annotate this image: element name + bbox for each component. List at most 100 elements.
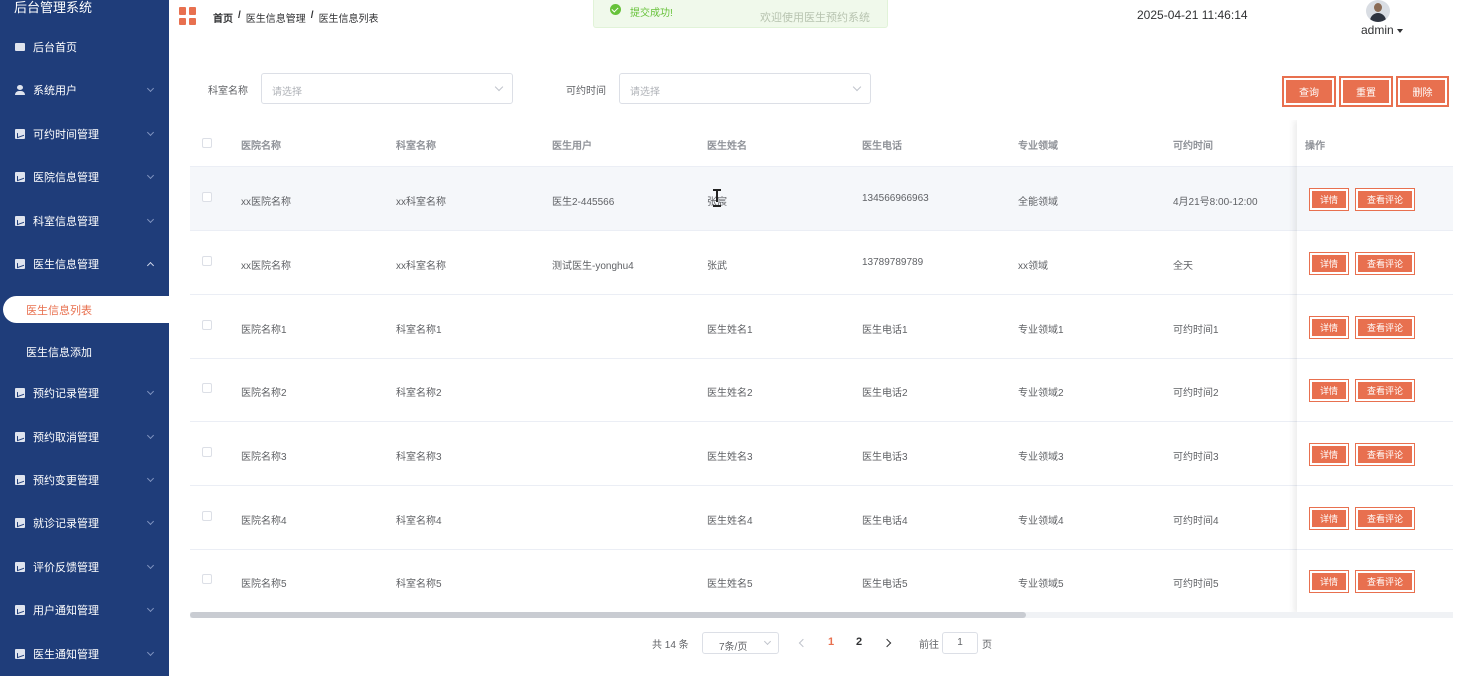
page-size-value: 7条/页	[719, 642, 748, 653]
detail-button[interactable]: 详情	[1309, 316, 1349, 339]
horizontal-scrollbar[interactable]	[190, 612, 1453, 618]
page-size-select[interactable]: 7条/页	[702, 632, 779, 654]
detail-button[interactable]: 详情	[1309, 379, 1349, 402]
view-reviews-button[interactable]: 查看评论	[1355, 443, 1415, 466]
scrollbar-thumb[interactable]	[190, 612, 1026, 618]
sidebar-item-label: 就诊记录管理	[33, 518, 99, 530]
sidebar-item-department[interactable]: 科室信息管理	[0, 208, 169, 234]
sidebar-item-label: 医生信息管理	[33, 259, 99, 271]
view-reviews-button[interactable]: 查看评论	[1355, 252, 1415, 275]
cell-department: 科室名称1	[396, 325, 442, 336]
sidebar-item-label: 预约变更管理	[33, 475, 99, 487]
cell-department: 科室名称3	[396, 452, 442, 463]
table-row[interactable]: xx医院名称 xx科室名称 测试医生-yonghu4 张武 1378978978…	[190, 231, 1453, 295]
cell-phone: 医生电话1	[862, 325, 908, 336]
dept-select[interactable]: 请选择	[261, 73, 513, 104]
detail-button[interactable]: 详情	[1309, 570, 1349, 593]
query-button[interactable]: 查询	[1283, 77, 1335, 106]
sidebar-item-appointment[interactable]: 预约记录管理	[0, 380, 169, 406]
table-row[interactable]: 医院名称4 科室名称4 医生姓名4 医生电话4 专业领域4 可约时间4	[190, 486, 1453, 550]
detail-button[interactable]: 详情	[1309, 188, 1349, 211]
current-datetime: 2025-04-21 11:46:14	[1137, 8, 1248, 22]
row-checkbox[interactable]	[202, 383, 212, 393]
sidebar-item-dashboard[interactable]: 后台首页	[0, 34, 169, 60]
welcome-text: 欢迎使用医生预约系统	[760, 12, 870, 24]
view-reviews-button[interactable]: 查看评论	[1355, 379, 1415, 402]
chart-icon	[15, 518, 25, 528]
submenu-item-doctor-add[interactable]: 医生信息添加	[0, 339, 169, 365]
view-reviews-button[interactable]: 查看评论	[1355, 188, 1415, 211]
menu-grid-icon[interactable]	[179, 7, 197, 25]
detail-button[interactable]: 详情	[1309, 252, 1349, 275]
detail-button[interactable]: 详情	[1309, 507, 1349, 530]
user-menu[interactable]: admin	[1361, 23, 1403, 37]
sidebar-item-label: 预约记录管理	[33, 388, 99, 400]
submenu-item-doctor-list[interactable]: 医生信息列表	[3, 296, 169, 323]
chevron-down-icon	[146, 215, 155, 224]
row-checkbox[interactable]	[202, 574, 212, 584]
time-select[interactable]: 请选择	[619, 73, 871, 104]
operations-cell: 详情 查看评论	[1297, 231, 1453, 295]
chevron-down-icon	[146, 561, 155, 570]
chart-icon	[15, 216, 25, 226]
chevron-up-icon	[146, 261, 155, 270]
sidebar-item-visit[interactable]: 就诊记录管理	[0, 510, 169, 536]
avatar[interactable]	[1366, 0, 1390, 22]
goto-page-input[interactable]: 1	[942, 632, 978, 654]
page-number-1[interactable]: 1	[828, 636, 834, 648]
sidebar-item-system-users[interactable]: 系统用户	[0, 77, 169, 103]
table-row[interactable]: 医院名称1 科室名称1 医生姓名1 医生电话1 专业领域1 可约时间1	[190, 295, 1453, 359]
row-checkbox[interactable]	[202, 192, 212, 202]
reset-button[interactable]: 重置	[1340, 77, 1392, 106]
delete-button[interactable]: 删除	[1397, 77, 1448, 106]
cell-hospital: xx医院名称	[241, 261, 291, 272]
cell-available-time: 可约时间4	[1173, 516, 1219, 527]
cell-specialty: 专业领域5	[1018, 579, 1064, 590]
cell-available-time: 可约时间2	[1173, 388, 1219, 399]
cell-hospital: xx医院名称	[241, 197, 291, 208]
toast-message: 提交成功!	[630, 8, 673, 19]
page-number-2[interactable]: 2	[856, 636, 862, 648]
sidebar-item-cancel[interactable]: 预约取消管理	[0, 424, 169, 450]
sidebar-item-label: 评价反馈管理	[33, 562, 99, 574]
chevron-down-icon	[494, 82, 504, 92]
prev-page-icon[interactable]	[798, 638, 808, 648]
chevron-down-icon	[146, 128, 155, 137]
row-checkbox[interactable]	[202, 511, 212, 521]
user-name: admin	[1361, 23, 1394, 37]
detail-button[interactable]: 详情	[1309, 443, 1349, 466]
view-reviews-button[interactable]: 查看评论	[1355, 570, 1415, 593]
breadcrumb: 首页 / 医生信息管理 / 医生信息列表	[213, 10, 379, 25]
table-row[interactable]: 医院名称3 科室名称3 医生姓名3 医生电话3 专业领域3 可约时间3	[190, 422, 1453, 486]
sidebar-item-feedback[interactable]: 评价反馈管理	[0, 554, 169, 580]
cell-doctor-user: 医生2-445566	[552, 197, 615, 208]
breadcrumb-current: 医生信息列表	[318, 14, 379, 25]
chart-icon	[15, 129, 25, 139]
sidebar-item-label: 预约取消管理	[33, 432, 99, 444]
table-row[interactable]: 医院名称5 科室名称5 医生姓名5 医生电话5 专业领域5 可约时间5	[190, 549, 1453, 613]
view-reviews-button[interactable]: 查看评论	[1355, 507, 1415, 530]
column-header: 科室名称	[396, 141, 436, 152]
breadcrumb-home[interactable]: 首页	[213, 10, 233, 25]
sidebar-item-change[interactable]: 预约变更管理	[0, 467, 169, 493]
sidebar-item-user-notice[interactable]: 用户通知管理	[0, 597, 169, 623]
page-suffix: 页	[982, 640, 992, 651]
select-placeholder: 请选择	[272, 87, 302, 98]
sidebar-item-schedule[interactable]: 可约时间管理	[0, 121, 169, 147]
view-reviews-button[interactable]: 查看评论	[1355, 316, 1415, 339]
sidebar-item-doctor-notice[interactable]: 医生通知管理	[0, 641, 169, 667]
row-checkbox[interactable]	[202, 447, 212, 457]
table-row[interactable]: 医院名称2 科室名称2 医生姓名2 医生电话2 专业领域2 可约时间2	[190, 358, 1453, 422]
column-header: 医院名称	[241, 141, 281, 152]
sidebar-item-doctor[interactable]: 医生信息管理	[0, 251, 169, 277]
select-all-checkbox[interactable]	[202, 138, 212, 148]
sidebar-item-hospital[interactable]: 医院信息管理	[0, 164, 169, 190]
operations-cell: 详情 查看评论	[1297, 295, 1453, 359]
row-checkbox[interactable]	[202, 256, 212, 266]
next-page-icon[interactable]	[882, 638, 892, 648]
row-checkbox[interactable]	[202, 320, 212, 330]
table-row[interactable]: xx医院名称 xx科室名称 医生2-445566 张宸 134566966963…	[190, 167, 1453, 231]
chart-icon	[15, 388, 25, 398]
sidebar-item-label: 科室信息管理	[33, 216, 99, 228]
select-placeholder: 请选择	[630, 87, 660, 98]
